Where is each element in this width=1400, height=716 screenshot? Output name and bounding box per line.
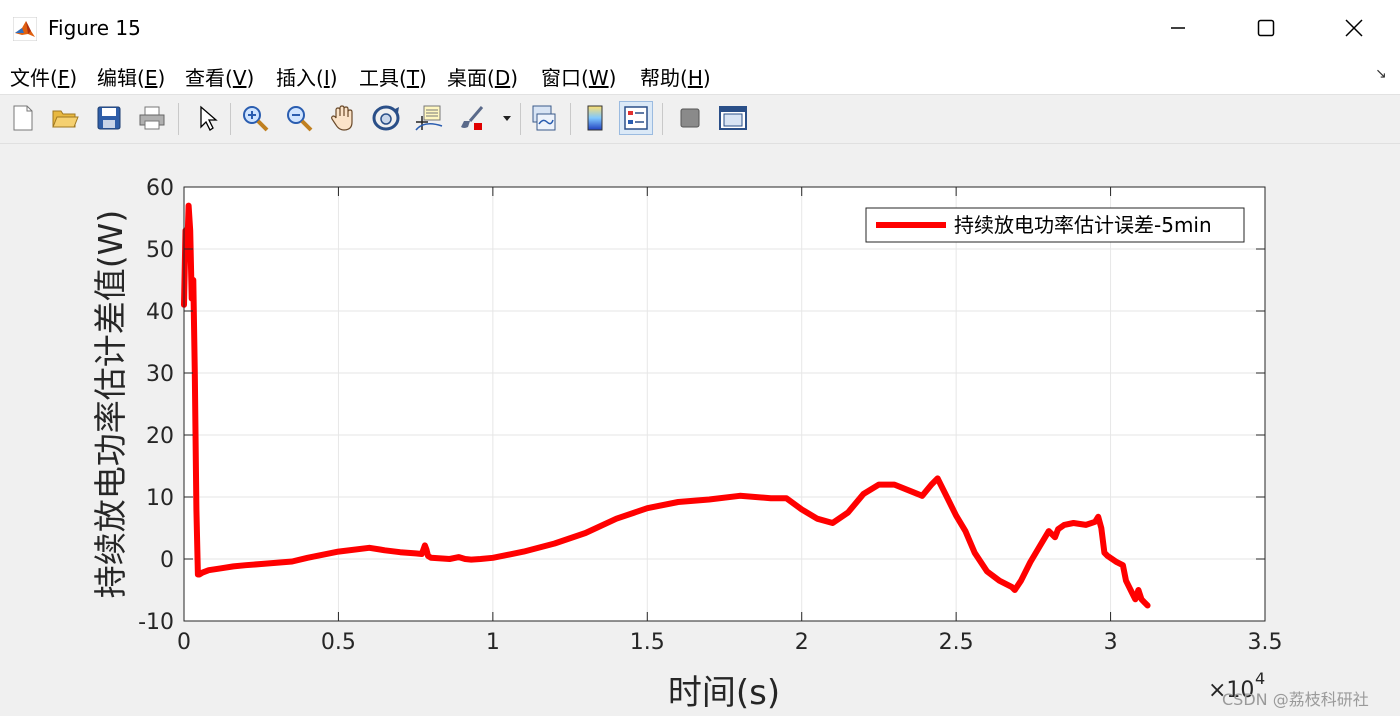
data-cursor-icon	[415, 105, 443, 131]
close-button[interactable]	[1310, 0, 1398, 56]
rotate-3d-icon	[372, 105, 400, 131]
y-axis-label: 持续放电功率估计差值(W)	[91, 210, 130, 598]
dock-arrow-icon[interactable]: ↘	[1375, 66, 1387, 82]
y-tick-label: 40	[146, 300, 174, 325]
maximize-button[interactable]	[1222, 0, 1310, 56]
zoom-out-button[interactable]	[282, 101, 316, 135]
figure-canvas[interactable]: 0 0.5 1 1.5 2 2.5 3 3.5 -10 0 10 20 30 40 50 60 ×10 4 时间(s…	[0, 144, 1400, 716]
x-tick-label: 0	[177, 630, 191, 655]
brush-button[interactable]	[456, 101, 490, 135]
menu-view[interactable]: 查看(V)	[185, 62, 254, 91]
x-tick-label: 1.5	[630, 630, 665, 655]
title-bar: Figure 15	[0, 0, 1400, 56]
link-plot-button[interactable]	[527, 101, 561, 135]
toolbar-separator	[662, 103, 663, 135]
y-tick-label: 60	[146, 176, 174, 201]
menu-edit[interactable]: 编辑(E)	[97, 62, 165, 91]
zoom-out-icon	[287, 106, 313, 132]
x-tick-label: 1	[486, 630, 500, 655]
toolbar-separator	[178, 103, 179, 135]
legend-icon	[624, 106, 648, 130]
menu-window[interactable]: 窗口(W)	[541, 62, 616, 91]
x-tick-label: 3	[1104, 630, 1118, 655]
legend-button[interactable]	[619, 101, 653, 135]
data-cursor-button[interactable]	[412, 101, 446, 135]
zoom-in-icon	[243, 106, 269, 132]
save-button[interactable]	[92, 101, 126, 135]
menu-tools[interactable]: 工具(T)	[359, 62, 427, 91]
menu-bar: 文件(F) 编辑(E) 查看(V) 插入(I) 工具(T) 桌面(D) 窗口(W…	[0, 56, 1400, 95]
new-figure-icon	[13, 105, 33, 131]
x-tick-label: 0.5	[321, 630, 356, 655]
menu-desktop[interactable]: 桌面(D)	[447, 62, 518, 91]
x-axis-label: 时间(s)	[668, 673, 780, 713]
menu-insert[interactable]: 插入(I)	[276, 62, 338, 91]
toolbar	[0, 95, 1400, 144]
y-tick-label: 0	[160, 548, 174, 573]
brush-icon	[461, 106, 484, 130]
save-icon	[97, 106, 121, 130]
x-tick-label: 2	[795, 630, 809, 655]
hide-plot-tools-button[interactable]	[673, 101, 707, 135]
legend-label: 持续放电功率估计误差-5min	[954, 213, 1212, 237]
line-chart[interactable]: 0 0.5 1 1.5 2 2.5 3 3.5-100102030405060×10 4时间(s…	[0, 144, 1400, 716]
y-tick-label: -10	[138, 610, 174, 635]
brush-dropdown-button[interactable]	[496, 101, 518, 135]
hide-plot-tools-icon	[680, 108, 700, 128]
print-icon	[139, 106, 165, 130]
open-file-button[interactable]	[48, 101, 82, 135]
pan-hand-icon	[331, 105, 353, 131]
watermark-text: CSDN @荔枝科研社	[1222, 690, 1369, 709]
window-title: Figure 15	[48, 16, 141, 40]
select-arrow-icon	[200, 105, 218, 131]
x-tick-label: 2.5	[939, 630, 974, 655]
colorbar-button[interactable]	[578, 101, 612, 135]
x-tick-label: 3.5	[1248, 630, 1283, 655]
rotate-3d-button[interactable]	[369, 101, 403, 135]
y-tick-label: 50	[146, 238, 174, 263]
print-button[interactable]	[135, 101, 169, 135]
plot-area[interactable]	[184, 187, 1265, 621]
new-figure-button[interactable]	[6, 101, 40, 135]
close-icon	[1345, 19, 1363, 37]
matlab-logo-icon	[13, 17, 37, 41]
show-plot-tools-icon	[719, 106, 747, 130]
minimize-button[interactable]	[1134, 0, 1222, 56]
toolbar-separator	[230, 103, 231, 135]
maximize-icon	[1257, 19, 1275, 37]
menu-help[interactable]: 帮助(H)	[640, 62, 711, 91]
zoom-in-button[interactable]	[238, 101, 272, 135]
menu-file[interactable]: 文件(F)	[10, 62, 77, 91]
minimize-icon	[1171, 27, 1185, 29]
chevron-down-icon	[503, 116, 511, 121]
open-file-icon	[52, 110, 79, 128]
y-tick-label: 10	[146, 486, 174, 511]
link-plot-icon	[532, 105, 556, 131]
toolbar-separator	[520, 103, 521, 135]
y-tick-label: 30	[146, 362, 174, 387]
show-plot-tools-button[interactable]	[716, 101, 750, 135]
select-button[interactable]	[190, 101, 224, 135]
pan-button[interactable]	[326, 101, 360, 135]
toolbar-separator	[570, 103, 571, 135]
colorbar-icon	[587, 105, 603, 131]
y-tick-label: 20	[146, 424, 174, 449]
